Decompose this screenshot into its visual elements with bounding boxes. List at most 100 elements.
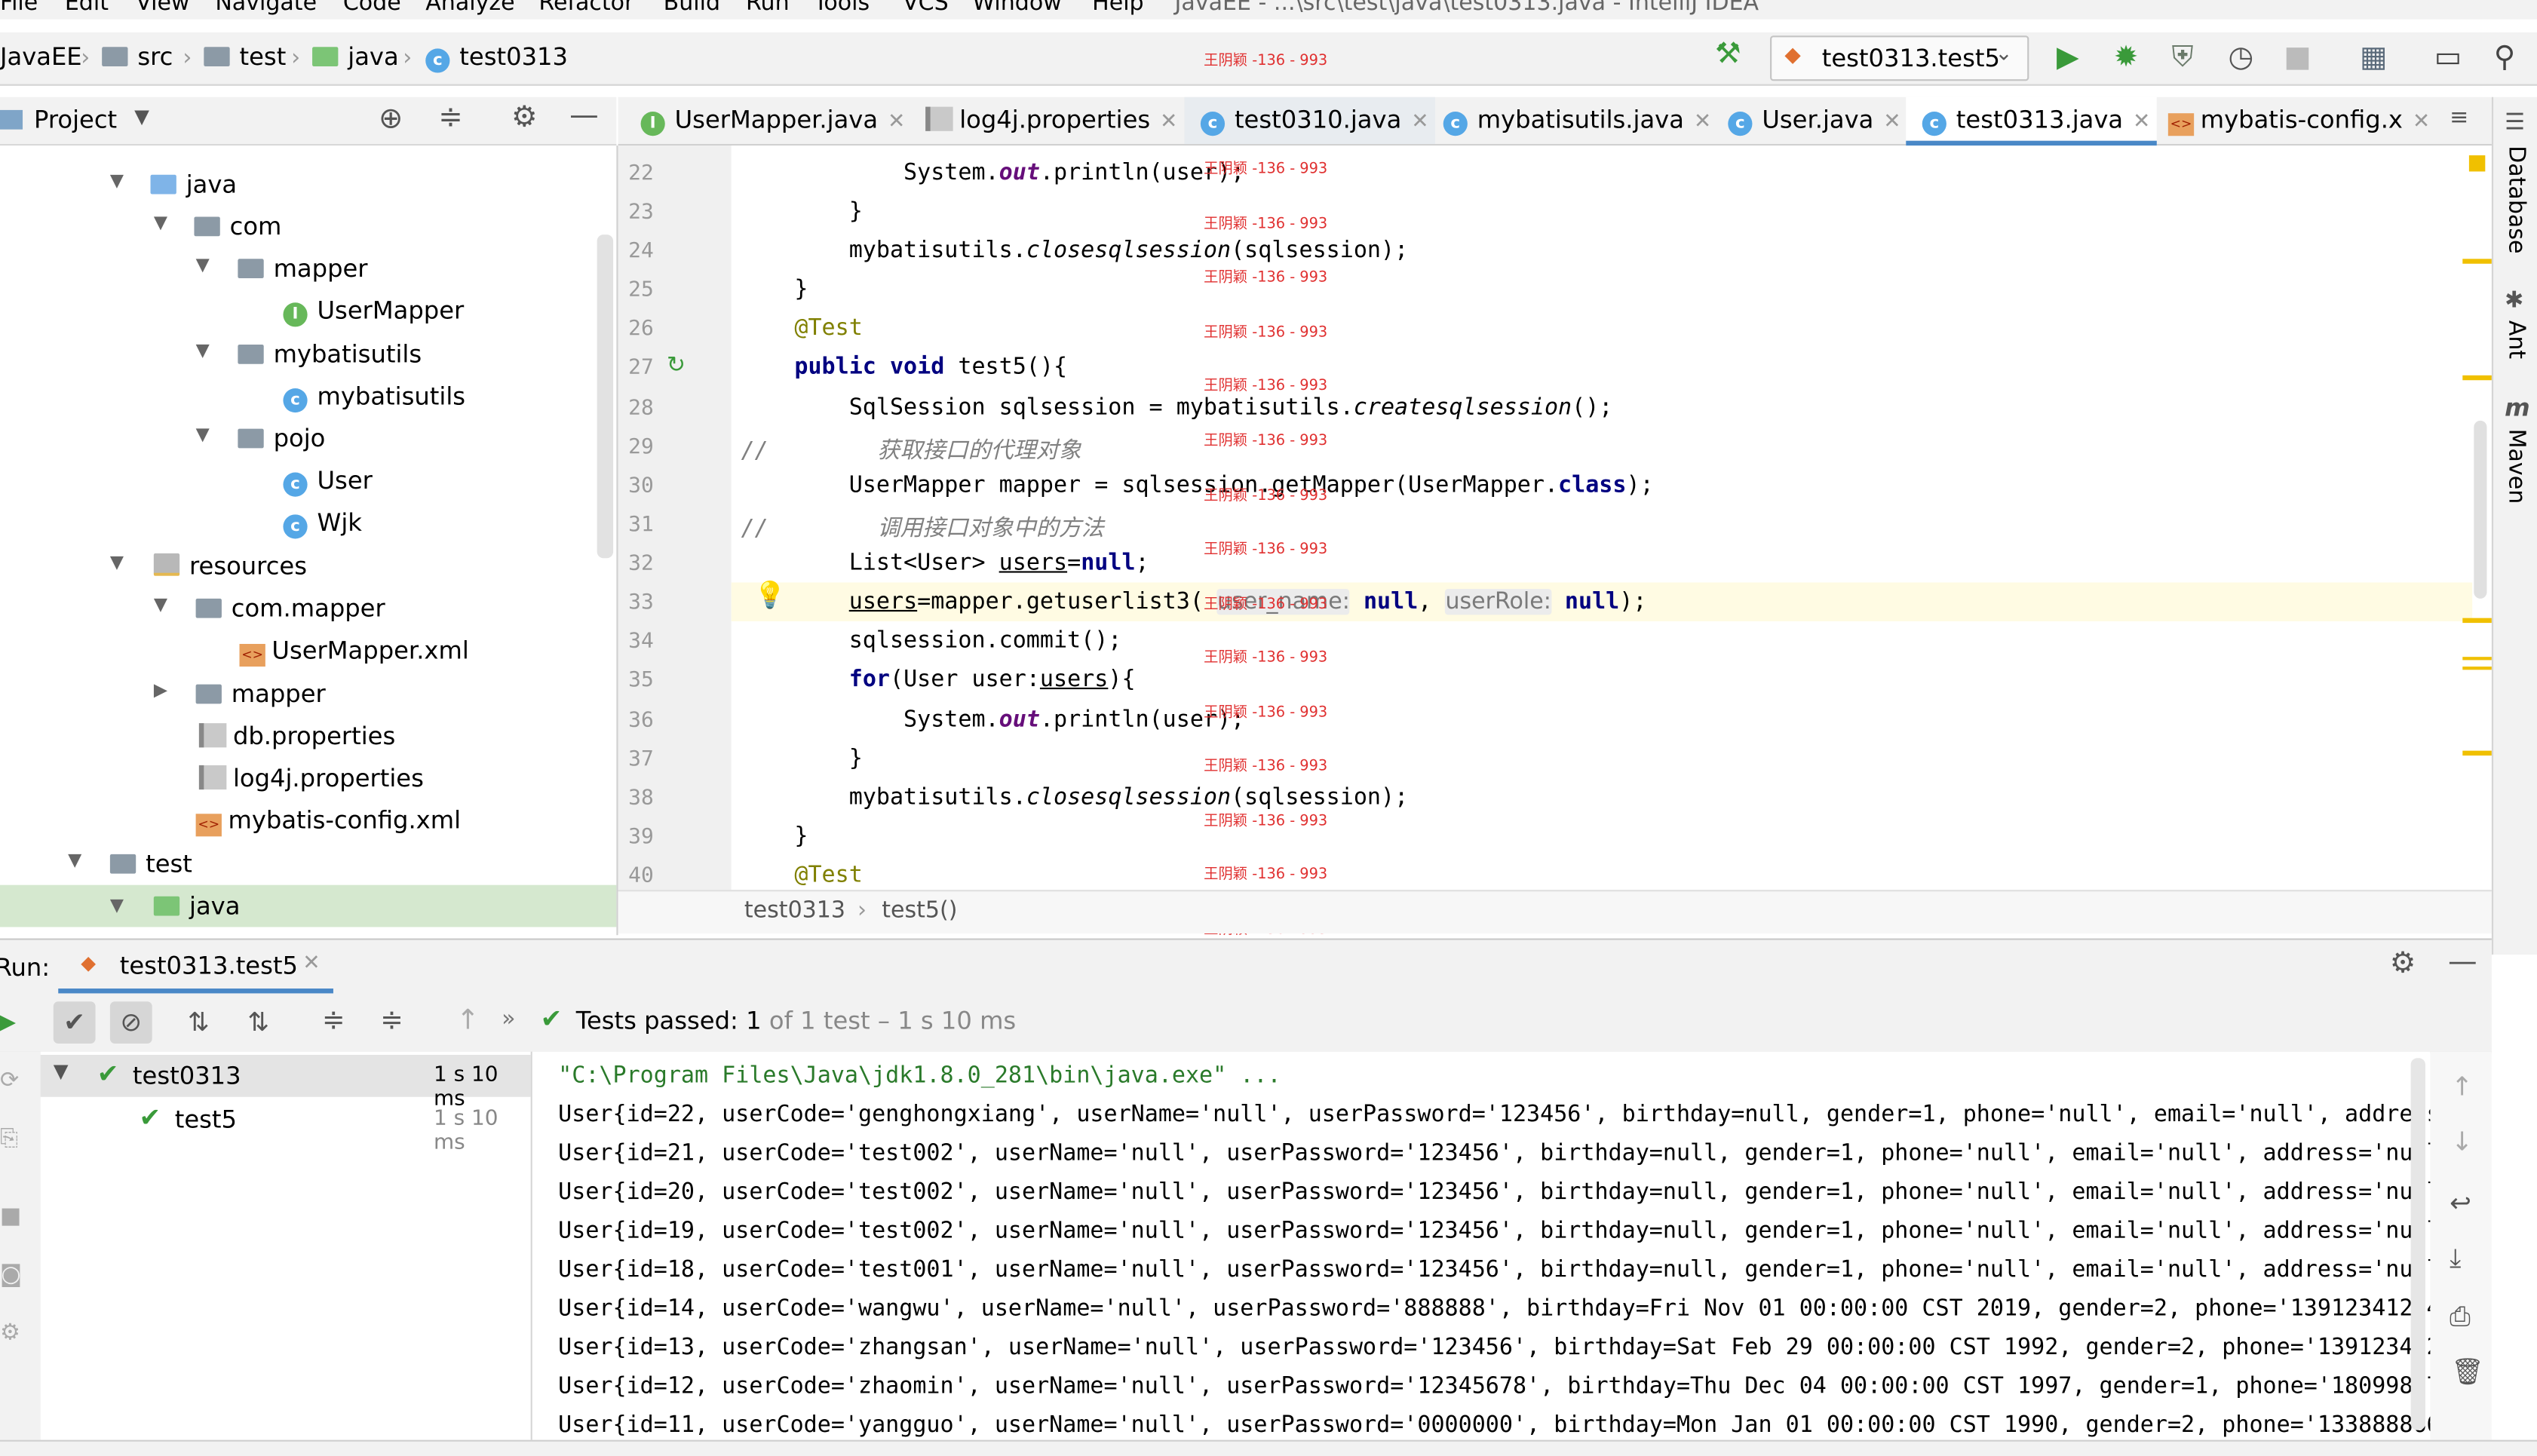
- close-icon[interactable]: ✕: [302, 952, 320, 976]
- show-ignored-toggle[interactable]: ⊘: [109, 1001, 152, 1044]
- tree-item[interactable]: com.mapper: [195, 587, 385, 630]
- run-test-gutter-icon[interactable]: ↻: [667, 353, 686, 379]
- expanded-arrow-icon[interactable]: ▼: [154, 212, 167, 233]
- bulb-icon[interactable]: 💡: [754, 579, 787, 610]
- gear-icon[interactable]: ⚙: [2390, 946, 2416, 980]
- run-icon[interactable]: ▶: [2048, 38, 2087, 77]
- crumb-test[interactable]: test: [204, 42, 286, 71]
- menu-refactor[interactable]: Refactor: [538, 0, 633, 16]
- tool-database[interactable]: Database: [2503, 146, 2529, 253]
- warning-mark[interactable]: [2462, 657, 2492, 661]
- tab-usermapper[interactable]: I UserMapper.java ✕: [624, 97, 916, 144]
- warning-mark[interactable]: [2462, 375, 2492, 381]
- crumb-java[interactable]: java: [312, 42, 399, 71]
- expanded-arrow-icon[interactable]: ▼: [54, 1059, 69, 1082]
- expanded-arrow-icon[interactable]: ▼: [110, 552, 124, 573]
- debug-rerun-icon[interactable]: ⟳: [0, 1068, 19, 1093]
- tree-item[interactable]: <> UserMapper.xml: [239, 630, 469, 672]
- warning-mark[interactable]: [2462, 259, 2492, 264]
- expanded-arrow-icon[interactable]: ▼: [196, 254, 210, 275]
- crumb-project[interactable]: JavaEE: [0, 42, 82, 72]
- scroll-to-end-icon[interactable]: ⤓: [2450, 1243, 2461, 1275]
- collapse-all-icon[interactable]: ≑: [380, 1004, 403, 1037]
- menu-build[interactable]: Build: [664, 0, 720, 16]
- expand-all-icon[interactable]: ≑: [322, 1004, 345, 1037]
- menu-run[interactable]: Run: [746, 0, 790, 16]
- search-icon[interactable]: ⚲: [2485, 38, 2523, 77]
- warning-mark[interactable]: [2462, 667, 2492, 670]
- down-arrow-icon[interactable]: ↓: [2451, 1126, 2473, 1157]
- sort-alpha-icon[interactable]: ⇅: [188, 1007, 210, 1038]
- tab-mybatisutils[interactable]: c mybatisutils.java ✕: [1427, 97, 1718, 144]
- menu-analyze[interactable]: Analyze: [425, 0, 514, 16]
- project-structure-icon[interactable]: ▦: [2354, 38, 2393, 77]
- tree-item[interactable]: com: [194, 206, 281, 248]
- debug-icon[interactable]: ✹: [2106, 38, 2145, 77]
- menu-file[interactable]: File: [0, 0, 38, 16]
- tree-item-selected[interactable]: ▼ java: [0, 884, 617, 927]
- close-icon[interactable]: ✕: [2413, 110, 2430, 134]
- project-title[interactable]: Project: [34, 105, 117, 134]
- tab-user[interactable]: c User.java ✕: [1712, 97, 1914, 144]
- tab-list-icon[interactable]: ≡: [2450, 105, 2468, 130]
- tree-item[interactable]: mybatisutils: [238, 333, 422, 375]
- expanded-arrow-icon[interactable]: ▼: [196, 424, 210, 445]
- stop-icon[interactable]: ■: [2278, 38, 2317, 77]
- tree-item[interactable]: test: [109, 843, 192, 885]
- tree-item[interactable]: mapper: [195, 673, 326, 716]
- tool-ant[interactable]: Ant: [2503, 320, 2529, 359]
- stop-icon[interactable]: ■: [0, 1203, 21, 1229]
- settings-icon[interactable]: ⚙: [0, 1320, 20, 1346]
- close-icon[interactable]: ✕: [2133, 110, 2150, 134]
- trash-icon[interactable]: 🗑: [2451, 1356, 2484, 1387]
- dump-threads-icon[interactable]: ⎘: [0, 1126, 18, 1151]
- camera-icon[interactable]: ◙: [0, 1262, 22, 1288]
- show-passed-toggle[interactable]: ✔: [53, 1001, 96, 1044]
- crumb-file[interactable]: c test0313: [425, 42, 568, 73]
- minimize-icon[interactable]: —: [2448, 945, 2477, 979]
- tree-item[interactable]: I UserMapper: [283, 290, 464, 332]
- tree-item[interactable]: mapper: [238, 247, 368, 290]
- print-icon[interactable]: ⎙: [2450, 1301, 2470, 1333]
- test-row-selected[interactable]: ▼ ✔ test0313 1 s 10 ms: [40, 1054, 531, 1111]
- close-icon[interactable]: ✕: [888, 110, 905, 134]
- tab-test0313[interactable]: c test0313.java ✕: [1906, 97, 2157, 146]
- tree-item[interactable]: db.properties: [198, 715, 395, 757]
- coverage-icon[interactable]: ⛨: [2163, 38, 2201, 77]
- console-scrollbar[interactable]: [2410, 1058, 2425, 1430]
- close-icon[interactable]: ✕: [1411, 110, 1428, 134]
- expanded-arrow-icon[interactable]: ▼: [68, 849, 81, 870]
- tree-item[interactable]: c Wjk: [283, 501, 362, 544]
- warning-mark[interactable]: [2462, 618, 2492, 624]
- expanded-arrow-icon[interactable]: ▼: [110, 170, 124, 191]
- profile-icon[interactable]: ◷: [2222, 38, 2260, 77]
- minimize-icon[interactable]: —: [569, 99, 599, 133]
- menu-vcs[interactable]: VCS: [903, 0, 949, 16]
- crumb-src[interactable]: src: [102, 42, 173, 71]
- tool-maven[interactable]: Maven: [2503, 429, 2529, 504]
- breadcrumb-method[interactable]: test5(): [882, 898, 957, 924]
- warning-mark[interactable]: [2462, 750, 2492, 756]
- expanded-arrow-icon[interactable]: ▼: [196, 340, 210, 361]
- menu-edit[interactable]: Edit: [65, 0, 109, 16]
- tree-item[interactable]: log4j.properties: [198, 757, 424, 799]
- tree-item[interactable]: <> mybatis-config.xml: [195, 799, 461, 841]
- collapse-all-icon[interactable]: ≑: [438, 100, 462, 134]
- menu-window[interactable]: Window: [972, 0, 1061, 16]
- more-actions-icon[interactable]: »: [502, 1007, 515, 1032]
- gear-icon[interactable]: ⚙: [511, 100, 538, 134]
- menu-tools[interactable]: Tools: [814, 0, 870, 16]
- presentation-icon[interactable]: ▭: [2428, 38, 2467, 77]
- tree-scrollbar[interactable]: [597, 234, 614, 559]
- soft-wrap-icon[interactable]: ↩: [2450, 1188, 2471, 1218]
- tree-item[interactable]: resources: [153, 545, 307, 587]
- locate-icon[interactable]: ⊕: [379, 102, 403, 136]
- inspection-status-icon[interactable]: [2468, 155, 2486, 172]
- tab-log4j[interactable]: log4j.properties ✕: [910, 97, 1192, 144]
- chevron-down-icon[interactable]: ▼: [134, 105, 149, 127]
- rerun-icon[interactable]: ▶: [0, 1004, 16, 1038]
- editor-scrollbar[interactable]: [2474, 420, 2487, 599]
- tree-item[interactable]: c mybatisutils: [283, 375, 465, 418]
- test-row[interactable]: ✔ test5 1 s 10 ms: [41, 1099, 531, 1155]
- close-icon[interactable]: ✕: [1160, 110, 1177, 134]
